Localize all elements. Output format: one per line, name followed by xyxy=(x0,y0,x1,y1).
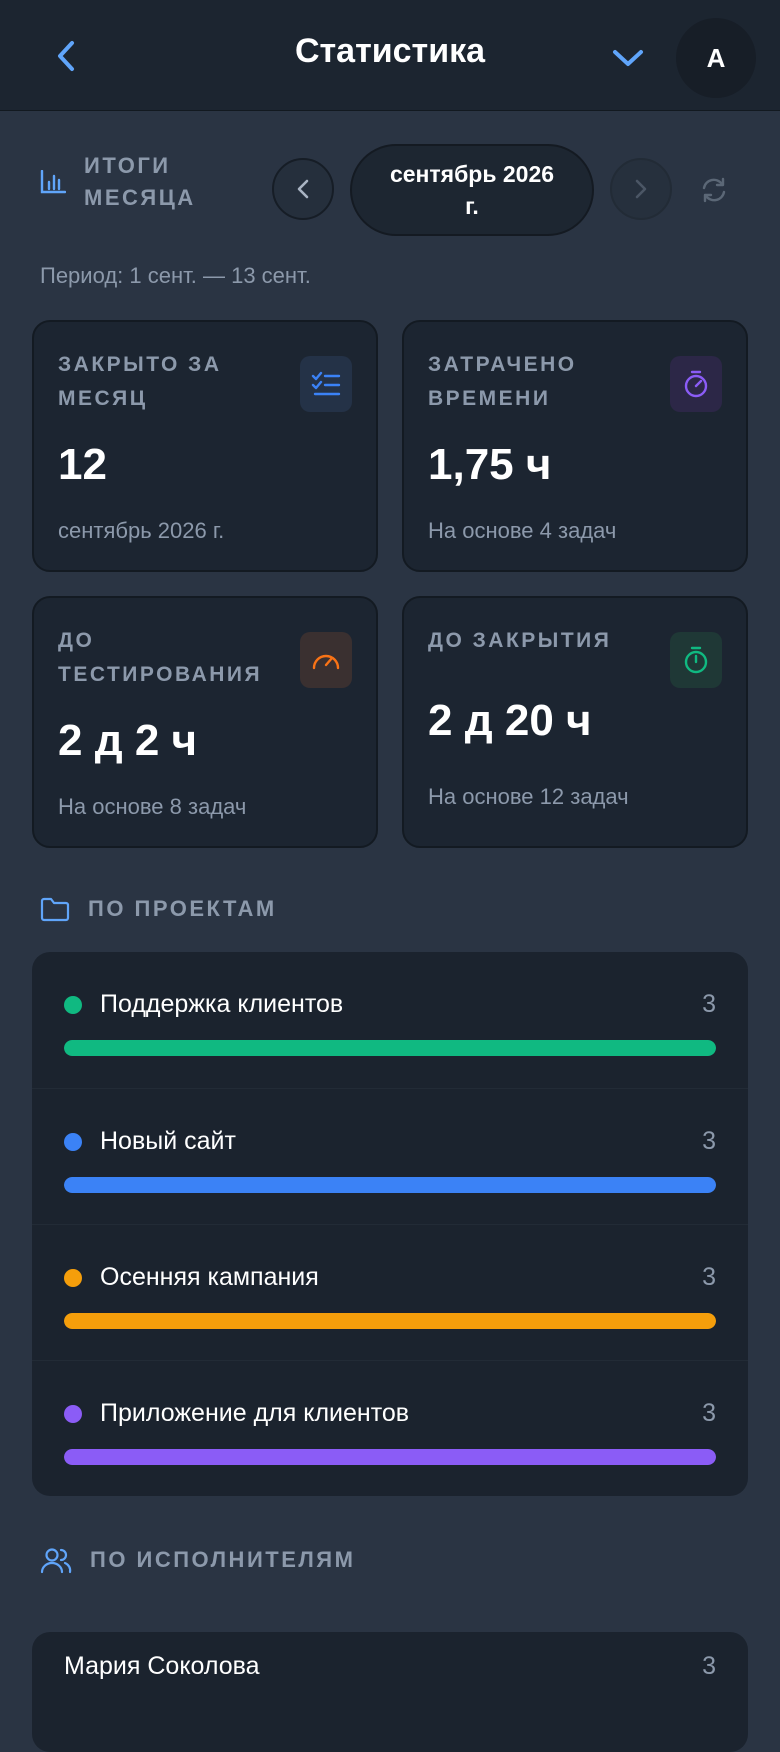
project-progress-bar xyxy=(64,1449,716,1465)
project-name: Поддержка клиентов xyxy=(100,990,344,1018)
project-row[interactable]: Новый сайт 3 xyxy=(32,1088,748,1224)
project-progress-bar xyxy=(64,1313,716,1329)
checklist-icon xyxy=(311,371,341,396)
card-icon-box xyxy=(300,632,352,688)
section-title: ПО ПРОЕКТАМ xyxy=(88,896,277,921)
project-row[interactable]: Осенняя кампания 3 xyxy=(32,1224,748,1360)
card-label: ЗАТРАЧЕНО ВРЕМЕНИ xyxy=(428,353,577,410)
card-value: 12 xyxy=(58,440,107,489)
chevron-left-icon xyxy=(297,179,309,199)
project-count: 3 xyxy=(702,990,716,1018)
assignee-name[interactable]: Мария Соколова xyxy=(64,1652,260,1681)
card-icon-box xyxy=(670,356,722,412)
project-color-dot xyxy=(64,1269,82,1287)
card-value: 2 д 20 ч xyxy=(428,696,592,745)
card-note: На основе 8 задач xyxy=(58,794,247,819)
projects-header: ПО ПРОЕКТАМ xyxy=(40,896,277,922)
project-progress-bar xyxy=(64,1040,716,1056)
timer-icon xyxy=(684,646,708,674)
card-label: ЗАКРЫТО ЗА МЕСЯЦ xyxy=(58,353,222,410)
stopwatch-icon xyxy=(684,370,708,398)
project-color-dot xyxy=(64,1133,82,1151)
stat-card-to-close: ДО ЗАКРЫТИЯ 2 д 20 ч На основе 12 задач xyxy=(402,596,748,848)
project-progress-bar xyxy=(64,1177,716,1193)
users-icon xyxy=(40,1548,72,1574)
project-row[interactable]: Приложение для клиентов 3 xyxy=(32,1360,748,1496)
previous-month-button[interactable] xyxy=(272,158,334,220)
assignee-count: 3 xyxy=(702,1652,716,1680)
card-note: сентябрь 2026 г. xyxy=(58,518,225,543)
project-count: 3 xyxy=(702,1263,716,1291)
project-count: 3 xyxy=(702,1127,716,1155)
summary-title: ИТОГИ МЕСЯЦА xyxy=(84,153,196,210)
assignees-header: ПО ИСПОЛНИТЕЛЯМ xyxy=(40,1546,355,1574)
next-month-button[interactable] xyxy=(610,158,672,220)
project-count: 3 xyxy=(702,1399,716,1427)
month-selector[interactable]: сентябрь 2026 г. xyxy=(350,144,594,236)
card-icon-box xyxy=(300,356,352,412)
project-name: Осенняя кампания xyxy=(100,1263,319,1291)
avatar[interactable]: A xyxy=(676,18,756,98)
page-title: Статистика xyxy=(294,32,486,70)
project-color-dot xyxy=(64,1405,82,1423)
refresh-button[interactable] xyxy=(692,170,736,210)
stat-card-to-testing: ДО ТЕСТИРОВАНИЯ 2 д 2 ч На основе 8 зада… xyxy=(32,596,378,848)
card-value: 1,75 ч xyxy=(428,440,552,489)
card-note: На основе 4 задач xyxy=(428,518,617,543)
speedometer-icon xyxy=(312,654,340,670)
project-color-dot xyxy=(64,996,82,1014)
card-value: 2 д 2 ч xyxy=(58,716,198,765)
refresh-icon xyxy=(702,177,726,203)
folder-icon xyxy=(40,897,70,922)
collapse-button[interactable] xyxy=(606,38,650,78)
chevron-right-icon xyxy=(635,179,647,199)
summary-header: ИТОГИ МЕСЯЦА xyxy=(40,150,224,214)
bar-chart-icon xyxy=(40,170,66,194)
stat-card-closed: ЗАКРЫТО ЗА МЕСЯЦ 12 сентябрь 2026 г. xyxy=(32,320,378,572)
period-text: Период: 1 сент. — 13 сент. xyxy=(40,263,311,288)
section-title: ПО ИСПОЛНИТЕЛЯМ xyxy=(90,1547,356,1572)
project-name: Приложение для клиентов xyxy=(100,1399,410,1427)
chevron-down-icon xyxy=(613,50,643,66)
project-row[interactable]: Поддержка клиентов 3 xyxy=(32,952,748,1088)
card-icon-box xyxy=(670,632,722,688)
assignees-list: Мария Соколова 3 xyxy=(32,1632,748,1752)
card-label: ДО ТЕСТИРОВАНИЯ xyxy=(58,629,263,686)
card-note: На основе 12 задач xyxy=(428,784,629,809)
app-header: Статистика A xyxy=(0,0,780,111)
project-name: Новый сайт xyxy=(100,1127,236,1155)
card-label: ДО ЗАКРЫТИЯ xyxy=(428,629,612,652)
projects-list: Поддержка клиентов 3 Новый сайт 3 Осення… xyxy=(32,952,748,1496)
stat-card-time-spent: ЗАТРАЧЕНО ВРЕМЕНИ 1,75 ч На основе 4 зад… xyxy=(402,320,748,572)
